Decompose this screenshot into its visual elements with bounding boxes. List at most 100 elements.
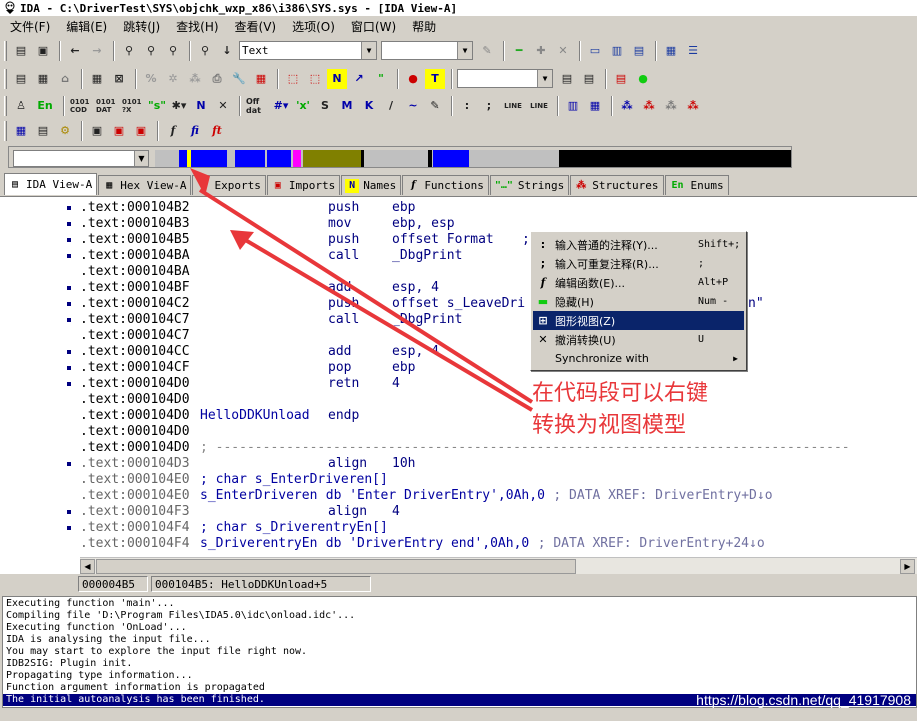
stack-k-icon[interactable]: K — [359, 96, 379, 116]
chevron-down-icon[interactable]: ▼ — [537, 70, 552, 87]
binoculars-icon[interactable]: ⚲ — [119, 41, 139, 61]
toolbar-grip[interactable] — [4, 40, 7, 61]
disasm-line[interactable]: .text:000104C7 call _DbgPrint — [0, 312, 917, 328]
disasm-label[interactable]: HelloDDKUnload — [200, 408, 310, 424]
tab-imports[interactable]: ▣ Imports — [266, 175, 341, 195]
run-icon[interactable]: ● — [633, 69, 653, 89]
disasm-label[interactable]: s_DriverentryEn — [200, 536, 317, 552]
type-t-icon[interactable]: T — [425, 68, 445, 89]
segment-s-icon[interactable]: S — [315, 96, 335, 116]
char-icon[interactable]: 'x' — [293, 96, 313, 116]
close-icon[interactable]: ✕ — [553, 41, 573, 61]
disasm-line[interactable]: .text:000104F4 s_DriverentryEn db 'DriverE… — [0, 536, 917, 552]
third-combo[interactable]: ▼ — [457, 69, 553, 88]
disasm-operands[interactable]: 10h — [392, 456, 415, 472]
save-icon[interactable]: ▣ — [33, 41, 53, 61]
cross-ref-icon[interactable]: ✲ — [163, 69, 183, 89]
user-xrefs-icon[interactable]: ⁂ — [683, 96, 703, 116]
window-icon[interactable]: ▭ — [585, 41, 605, 61]
disasm-line[interactable]: .text:000104CC add esp, 4 — [0, 344, 917, 360]
tab-names[interactable]: N Names — [341, 175, 402, 195]
chevron-down-icon[interactable]: ▼ — [134, 151, 148, 166]
segment-icon[interactable]: ⬚ — [283, 69, 303, 89]
unexplored-icon[interactable]: 0101 ?X — [121, 96, 145, 116]
toolbar-grip[interactable] — [4, 68, 7, 89]
ctx-graph-view[interactable]: ⊞ 图形视图(Z) — [533, 311, 744, 330]
disasm-xref-comment[interactable]: ; DATA XREF: DriverEntry+D↓o — [553, 488, 772, 504]
breakpoint-icon[interactable]: ● — [403, 69, 423, 89]
disasm-line[interactable]: .text:000104D0 retn 4 — [0, 376, 917, 392]
disasm-line[interactable]: .text:000104D0 ; ------------------------… — [0, 440, 917, 456]
jump-down-icon[interactable]: ↓ — [217, 41, 237, 61]
disasm-line[interactable]: .text:000104E0 s_EnterDriveren db 'Enter D… — [0, 488, 917, 504]
xrefs-from-icon[interactable]: ⁂ — [661, 96, 681, 116]
disasm-line[interactable]: .text:000104BA call _DbgPrint — [0, 248, 917, 264]
tab-strings[interactable]: "…" Strings — [489, 175, 570, 195]
ctx-enter-comment[interactable]: : 输入普通的注释(Y)... Shift+; — [533, 235, 744, 254]
comment-semicolon-icon[interactable]: ; — [479, 96, 499, 116]
comment-icon[interactable]: ▦ — [661, 41, 681, 61]
menu-windows[interactable]: 窗口(W) — [351, 18, 396, 35]
window-close-icon[interactable]: ▤ — [579, 69, 599, 89]
structure-icon[interactable]: ⊠ — [109, 69, 129, 89]
rename-icon[interactable]: ↗ — [349, 69, 369, 89]
disasm-line[interactable]: .text:000104B2 push ebp — [0, 200, 917, 216]
second-combo[interactable]: ▼ — [381, 41, 473, 60]
disasm-line[interactable]: .text:000104B5 push offset Format; — [0, 232, 917, 248]
enum-en-icon[interactable]: En — [33, 96, 57, 116]
array-icon[interactable]: ✱▾ — [169, 96, 189, 116]
disasm-label[interactable]: ; char s_DriverentryEn[] — [200, 520, 388, 536]
open-file-icon[interactable]: ▤ — [11, 41, 31, 61]
scroll-right-icon[interactable]: ▶ — [900, 559, 915, 574]
toolbar-grip[interactable] — [4, 120, 7, 141]
window-tile-icon[interactable]: ▤ — [629, 41, 649, 61]
log-icon[interactable]: ▤ — [611, 69, 631, 89]
data-icon[interactable]: 0101 DAT — [95, 96, 119, 116]
ctx-hide[interactable]: ▬ 隐藏(H) Num - — [533, 292, 744, 311]
xrefs-to-icon[interactable]: ⁂ — [639, 96, 659, 116]
toolbar-grip[interactable] — [4, 95, 7, 116]
name-n-icon[interactable]: N — [191, 96, 211, 116]
function-f-icon[interactable]: f — [163, 121, 183, 141]
string-s-icon[interactable]: "s" — [147, 96, 167, 116]
disasm-line[interactable]: .text:000104D0 HelloDDKUnload endp — [0, 408, 917, 424]
chart-icon[interactable]: ▥ — [563, 96, 583, 116]
disasm-line[interactable]: .text:000104F4 ; char s_DriverentryEn[] — [0, 520, 917, 536]
bitwise-not-icon[interactable]: ~ — [403, 96, 423, 116]
function-end-icon[interactable]: ft — [207, 121, 227, 141]
function-edit-icon[interactable]: fi — [185, 121, 205, 141]
disassembly-view[interactable]: .text:000104B2 push ebp .text:000104B3 mov eb… — [0, 196, 917, 574]
colors-icon[interactable]: ▦ — [251, 69, 271, 89]
disasm-operands[interactable]: 4 — [392, 504, 400, 520]
back-arrow-icon[interactable]: ← — [65, 41, 85, 61]
find-binary-icon[interactable]: ⚲ — [163, 41, 183, 61]
tab-structures[interactable]: ⁂ Structures — [570, 175, 664, 195]
number-icon[interactable]: #▾ — [271, 96, 291, 116]
disasm-line[interactable]: .text:000104B3 mov ebp, esp — [0, 216, 917, 232]
window-split-icon[interactable]: ▥ — [607, 41, 627, 61]
undefine-icon[interactable]: ✕ — [213, 96, 233, 116]
disasm-operands[interactable]: esp, 4 — [392, 280, 439, 296]
disasm-label[interactable]: ; char s_EnterDriveren[] — [200, 472, 388, 488]
menu-help[interactable]: 帮助 — [412, 18, 436, 35]
menu-options[interactable]: 选项(O) — [292, 18, 335, 35]
offset-icon[interactable]: Off dat — [245, 96, 269, 116]
home-icon[interactable]: ⌂ — [55, 69, 75, 89]
disasm-operands[interactable]: offset Format — [392, 232, 494, 248]
tab-hex-view-a[interactable]: ▦ Hex View-A — [98, 175, 192, 195]
disasm-operands[interactable]: ebp, esp — [392, 216, 455, 232]
edit-pen-icon[interactable]: ✎ — [425, 96, 445, 116]
disasm-line[interactable]: .text:000104F3 align 4 — [0, 504, 917, 520]
disasm-line[interactable]: .text:000104C7 — [0, 328, 917, 344]
ctx-edit-function[interactable]: f 编辑函数(E)... Alt+P — [533, 273, 744, 292]
tab-functions[interactable]: f Functions — [402, 175, 489, 195]
disasm-line[interactable]: .text:000104D3 align 10h — [0, 456, 917, 472]
chevron-down-icon[interactable]: ▼ — [361, 42, 376, 59]
entry-icon[interactable]: ♙ — [11, 96, 31, 116]
disasm-operands[interactable]: esp, 4 — [392, 344, 439, 360]
tree-icon[interactable]: ⁂ — [185, 69, 205, 89]
segment-type-combo[interactable]: Text ▼ — [239, 41, 377, 60]
disasm-operands[interactable]: ebp — [392, 360, 415, 376]
disasm-line[interactable]: .text:000104D0 — [0, 392, 917, 408]
pen-icon[interactable]: ✎ — [477, 41, 497, 61]
